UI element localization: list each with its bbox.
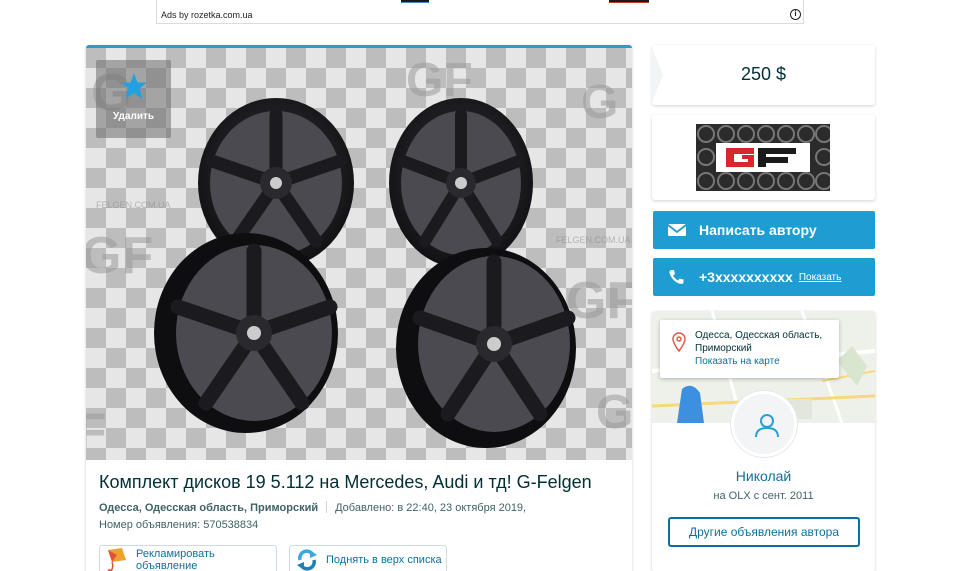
show-on-map-link[interactable]: Показать на карте [695,356,780,367]
svg-text:GF: GF [86,227,153,285]
write-author-button[interactable]: Написать автору [653,211,875,249]
avatar [731,391,797,457]
ad-thumbnail[interactable] [401,0,429,3]
listing-location[interactable]: Одесса, Одесская область, Приморский [99,502,318,514]
phone-icon [669,270,684,284]
svg-text:FELGEN.COM.UA: FELGEN.COM.UA [96,200,171,210]
phone-button[interactable]: +3xxxxxxxxxx Показать [653,258,875,296]
seller-logo-card[interactable] [652,115,875,200]
svg-text:GF: GF [566,272,632,330]
other-ads-button[interactable]: Другие объявления автора [668,517,860,547]
bump-up-button[interactable]: Поднять в верх списка [289,545,447,571]
seller-address: Одесса, Одесская область, Приморский [695,330,823,354]
phone-number: +3xxxxxxxxxx [699,269,793,285]
price-card: 250 $ [651,45,875,105]
phone-show-link[interactable]: Показать [799,272,842,283]
favorite-label: Удалить [112,111,155,122]
seller-card: Одесса, Одесская область, Приморский Пок… [652,311,875,571]
listing-id: Номер объявления: 570538834 [99,519,259,531]
seller-logo[interactable] [696,124,830,191]
svg-text:F: F [86,403,107,459]
svg-text:G: G [581,76,618,129]
ad-source-label: Ads by rozetka.com.ua [161,10,253,20]
listing-card: G GF G GF GF G F FELGEN.COM.UA FELGEN.CO… [86,45,632,571]
favorite-toggle[interactable]: Удалить [96,60,171,138]
svg-text:G: G [596,386,632,439]
bump-up-label: Поднять в верх списка [326,553,442,566]
listing-added-date: Добавлено: в 22:40, 23 октября 2019, [335,502,527,514]
member-since: на OLX с сент. 2011 [713,490,814,502]
user-icon [755,414,779,438]
address-popup: Одесса, Одесская область, Приморский Пок… [660,320,839,378]
promote-label: Рекламировать объявление [136,547,215,571]
listing-photo[interactable]: G GF G GF GF G F FELGEN.COM.UA FELGEN.CO… [86,48,632,460]
envelope-icon [667,224,687,236]
refresh-arrows-icon [297,549,317,571]
divider [326,501,328,513]
info-icon[interactable]: i [790,9,801,20]
wheel [154,233,338,433]
ad-thumbnail[interactable] [609,0,649,3]
map-pin-icon [672,332,686,352]
promote-button[interactable]: Рекламировать объявление [99,545,277,571]
svg-text:FELGEN.COM.UA: FELGEN.COM.UA [556,235,631,245]
seller-name[interactable]: Николай [652,468,875,484]
ad-banner[interactable]: Ads by rozetka.com.ua i [156,0,804,24]
listing-meta: Одесса, Одесская область, Приморский Доба… [99,501,526,514]
wheel [396,248,576,448]
kite-icon [107,548,126,571]
star-icon [121,73,147,99]
wheel [389,98,533,268]
write-author-label: Написать автору [699,222,817,238]
price: 250 $ [740,64,787,84]
listing-title: Комплект дисков 19 5.112 на Mercedes, Au… [99,472,592,492]
